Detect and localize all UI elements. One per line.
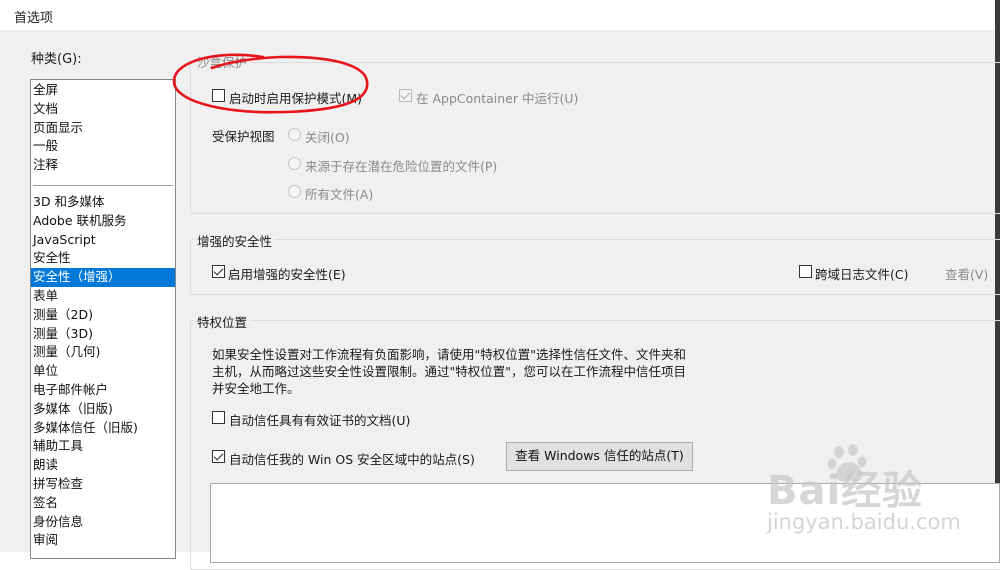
appcontainer-checkbox[interactable]	[399, 89, 412, 102]
category-divider	[33, 185, 173, 186]
category-item[interactable]: 签名	[31, 494, 175, 513]
category-item[interactable]: 单位	[31, 362, 175, 381]
category-item[interactable]: 3D 和多媒体	[31, 193, 175, 212]
privileged-locations-title: 特权位置	[194, 312, 251, 331]
category-item[interactable]: 朗读	[31, 456, 175, 475]
category-item[interactable]: 文档	[31, 100, 175, 119]
category-item[interactable]: 拼写检查	[31, 475, 175, 494]
title-bar: 首选项	[0, 0, 1000, 30]
protected-view-option-label[interactable]: 关闭(O)	[305, 127, 350, 146]
protected-view-label: 受保护视图	[212, 129, 275, 144]
category-item[interactable]: Adobe 联机服务	[31, 212, 175, 231]
protected-view-radio[interactable]	[288, 128, 301, 141]
category-item[interactable]: 一般	[31, 137, 175, 156]
category-item[interactable]: 电子邮件帐户	[31, 381, 175, 400]
baidu-watermark: Bai经验 jingyan.baidu.com	[735, 436, 1000, 546]
category-label: 种类(G):	[31, 52, 82, 67]
category-item[interactable]: 多媒体信任（旧版)	[31, 419, 175, 438]
category-item[interactable]: 辅助工具	[31, 437, 175, 456]
category-item[interactable]: 身份信息	[31, 513, 175, 532]
appcontainer-label[interactable]: 在 AppContainer 中运行(U)	[416, 88, 578, 107]
category-item[interactable]: 页面显示	[31, 119, 175, 138]
category-list[interactable]: 全屏 文档 页面显示 一般 注释 3D 和多媒体 Adobe 联机服务 JavaScript…	[30, 79, 176, 559]
category-item[interactable]: 注释	[31, 156, 175, 175]
category-item[interactable]: 安全性	[31, 249, 175, 268]
category-item[interactable]: 多媒体（旧版)	[31, 400, 175, 419]
cross-domain-log-checkbox[interactable]	[799, 265, 812, 278]
trust-winos-sites-label[interactable]: 自动信任我的 Win OS 安全区域中的站点(S)	[229, 449, 475, 468]
privileged-desc-line-3: 并安全地工作。	[212, 381, 300, 396]
category-item[interactable]: 测量（3D)	[31, 325, 175, 344]
protected-view-radio[interactable]	[288, 156, 301, 170]
protected-view-radio[interactable]	[288, 185, 301, 198]
category-item[interactable]: 测量（2D)	[31, 306, 175, 325]
category-item[interactable]: JavaScript	[31, 231, 175, 250]
trust-winos-sites-checkbox[interactable]	[212, 450, 225, 463]
category-item[interactable]: 测量（几何)	[31, 343, 175, 362]
enhanced-security-title: 增强的安全性	[194, 231, 276, 250]
protected-view-option-label[interactable]: 来源于存在潜在危险位置的文件(P)	[305, 156, 497, 175]
category-item-selected[interactable]: 安全性（增强）	[31, 268, 175, 287]
protected-view-option-label[interactable]: 所有文件(A)	[305, 184, 373, 203]
cross-domain-log-label[interactable]: 跨域日志文件(C)	[815, 264, 908, 283]
view-log-link[interactable]: 查看(V)	[945, 264, 988, 283]
category-item[interactable]: 表单	[31, 287, 175, 306]
window-title: 首选项	[14, 11, 54, 26]
annotation-circle	[172, 53, 369, 114]
category-item[interactable]: 全屏	[31, 81, 175, 100]
annotation-stroke	[172, 53, 369, 114]
watermark-brand: Bai经验	[767, 468, 924, 514]
enable-enhanced-security-checkbox[interactable]	[212, 265, 225, 278]
watermark-url: jingyan.baidu.com	[767, 510, 961, 534]
trust-certified-docs-label[interactable]: 自动信任具有有效证书的文档(U)	[229, 410, 410, 429]
category-item[interactable]: 审阅	[31, 531, 175, 550]
trust-certified-docs-checkbox[interactable]	[212, 411, 225, 424]
view-windows-trusted-sites-button[interactable]: 查看 Windows 信任的站点(T)	[506, 442, 693, 471]
enable-enhanced-security-label[interactable]: 启用增强的安全性(E)	[228, 264, 346, 283]
